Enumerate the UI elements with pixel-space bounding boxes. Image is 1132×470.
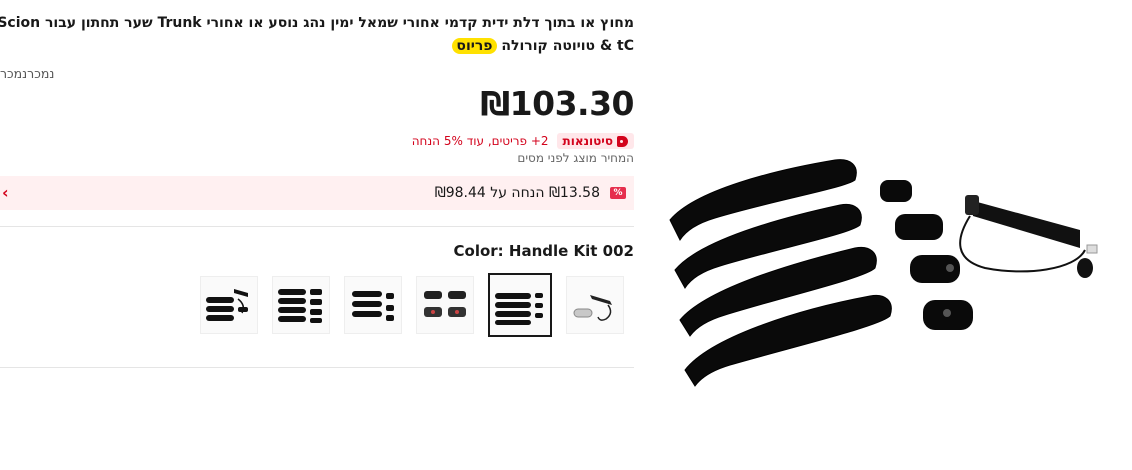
right-edge-strip [1112,0,1132,470]
swatch-5[interactable] [272,276,330,334]
title-highlight: פריוס [452,38,497,54]
product-price: ₪103.30 [480,84,634,123]
sold-count: נמכרנמכר [0,66,55,81]
product-title: מחוץ או בתוך דלת ידית קדמי אחורי שמאל ימ… [0,12,634,58]
swatch-6[interactable] [200,276,258,334]
tax-note: המחיר מוצג לפני מסים [517,151,634,165]
bulk-discount-text: 2+ פריטים, עוד 5% הנחה [411,134,549,148]
percent-icon: % [610,187,626,199]
bulk-badge: סיטונאות [556,133,634,149]
product-title-text: מחוץ או בתוך דלת ידית קדמי אחורי שמאל ימ… [0,15,634,54]
coupon-text: ₪13.58 הנחה על ₪98.44 [434,185,600,201]
bulk-badge-label: סיטונאות [562,134,613,148]
swatch-1[interactable] [566,276,624,334]
swatch-2-selected[interactable] [488,273,552,337]
bulk-discount-row: סיטונאות 2+ פריטים, עוד 5% הנחה [412,133,634,149]
color-label: Color: Handle Kit 002 [453,242,634,260]
chevron-right-icon[interactable]: › [2,183,9,202]
color-swatches [200,273,624,337]
main-product-image[interactable] [655,150,1105,400]
coupon-banner[interactable]: % ₪13.58 הנחה על ₪98.44 › [0,176,634,210]
product-info-panel: מחוץ או בתוך דלת ידית קדמי אחורי שמאל ימ… [0,0,634,470]
swatch-3[interactable] [416,276,474,334]
divider [0,367,634,368]
swatch-4[interactable] [344,276,402,334]
tag-icon [617,135,628,147]
divider [0,226,634,227]
